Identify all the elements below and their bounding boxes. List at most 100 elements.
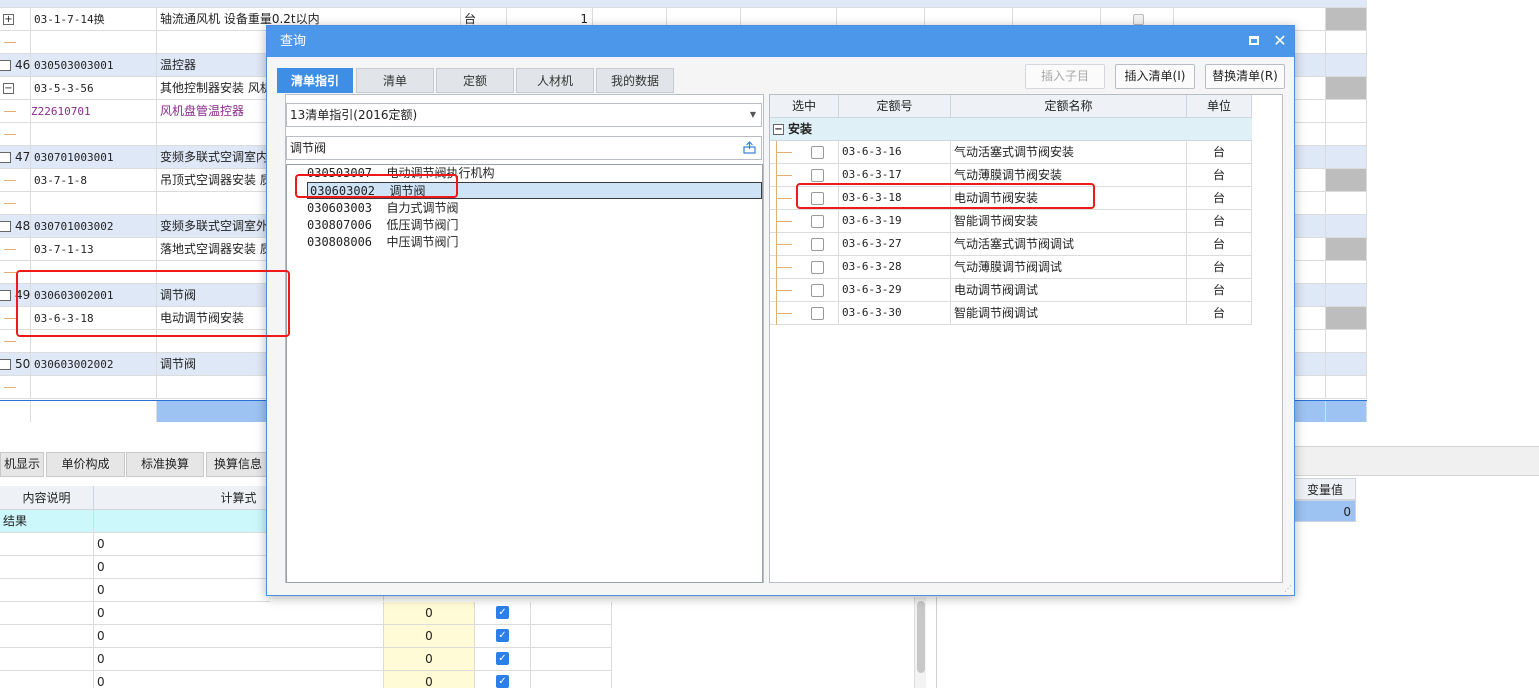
value-cell[interactable]: 0 [384, 648, 475, 670]
list-item-code: 030603003 [307, 201, 373, 215]
search-input-value: 调节阀 [290, 141, 327, 155]
tab-conversion-info[interactable]: 换算信息 [206, 452, 270, 477]
checkbox[interactable]: ✓ [496, 606, 509, 619]
replace-list-button[interactable]: 替换清单(R) [1205, 64, 1285, 89]
insert-child-button[interactable]: 插入子目 [1025, 64, 1105, 89]
tab-standard-conversion[interactable]: 标准换算 [126, 452, 204, 477]
tab-price-composition[interactable]: 单价构成 [46, 452, 125, 477]
select-checkbox[interactable] [811, 261, 824, 274]
quota-unit: 台 [1187, 302, 1252, 324]
formula-cell[interactable]: 0 [94, 602, 384, 624]
variable-toolbar [1294, 446, 1539, 476]
table-row[interactable]: 0 0 ✓ [0, 671, 612, 688]
value-cell[interactable]: 0 [384, 602, 475, 624]
lower-tab-bar: 机显示 单价构成 标准换算 换算信息 [0, 452, 270, 478]
checkbox[interactable] [1133, 14, 1144, 25]
table-row[interactable]: 03-6-3-28 气动薄膜调节阀调试台 [770, 256, 1252, 279]
select-checkbox[interactable] [811, 146, 824, 159]
maximize-icon[interactable] [1249, 36, 1259, 45]
quota-name: 电动调节阀调试 [951, 279, 1187, 301]
group-label: 安装 [788, 122, 813, 136]
quota-unit: 台 [1187, 187, 1252, 209]
quota-code: 03-6-3-27 [839, 233, 951, 255]
tab-list[interactable]: 清单 [356, 68, 434, 93]
group-row[interactable]: − 安装 [770, 118, 1252, 141]
select-checkbox[interactable] [811, 215, 824, 228]
table-row[interactable]: 03-6-3-30 智能调节阀调试台 [770, 302, 1252, 325]
header-description: 内容说明 [0, 486, 94, 510]
row-index: 46 [0, 54, 31, 76]
list-item[interactable]: 030603003 自力式调节阀 [307, 200, 459, 217]
annotation-box-result [295, 174, 458, 198]
insert-list-button[interactable]: 插入清单(I) [1115, 64, 1195, 89]
row-number: 46 [15, 58, 31, 72]
close-icon[interactable]: ✕ [1272, 30, 1288, 52]
list-item-name: 低压调节阀门 [386, 218, 459, 232]
search-input[interactable]: 调节阀 [286, 136, 762, 160]
query-dialog: 查询 ✕ 清单指引 清单 定额 人材机 我的数据 插入子目 插入清单(I) 替换… [266, 25, 1295, 596]
search-icon[interactable] [743, 141, 756, 154]
code-cell: 030503003001 [31, 54, 157, 76]
table-row[interactable]: 03-6-3-29 电动调节阀调试台 [770, 279, 1252, 302]
dialog-title-bar[interactable]: 查询 ✕ [267, 26, 1294, 57]
resize-grip-icon[interactable]: ⋰ [1284, 585, 1292, 593]
row-index [0, 100, 31, 122]
table-row[interactable]: 0 [0, 556, 384, 579]
lower-scrollbar[interactable] [914, 597, 926, 688]
checkbox[interactable]: ✓ [496, 629, 509, 642]
table-row[interactable]: 0 [0, 579, 384, 602]
quota-code: 03-6-3-30 [839, 302, 951, 324]
formula-cell[interactable]: 0 [94, 671, 384, 688]
tab-my-data[interactable]: 我的数据 [596, 68, 674, 93]
select-checkbox[interactable] [811, 307, 824, 320]
collapse-icon[interactable] [0, 60, 11, 71]
select-checkbox[interactable] [811, 238, 824, 251]
collapse-icon[interactable]: − [773, 124, 784, 135]
row-index: 48 [0, 215, 31, 237]
checkbox[interactable]: ✓ [496, 652, 509, 665]
row-number: 50 [15, 357, 31, 371]
result-list: 030503007 电动调节阀执行机构 030603002 调节阀 03060300… [286, 164, 763, 583]
code-cell: 030701003001 [31, 146, 157, 168]
table-row[interactable]: 0 0 ✓ [0, 625, 612, 648]
formula-cell[interactable]: 0 [94, 625, 384, 647]
library-select-value: 13清单指引(2016定额) [290, 108, 418, 122]
row-index: 50 [0, 353, 31, 375]
checkbox[interactable]: ✓ [496, 675, 509, 688]
formula-cell[interactable]: 0 [94, 648, 384, 670]
list-item[interactable]: 030807006 低压调节阀门 [307, 217, 459, 234]
table-row[interactable]: 03-6-3-19 智能调节阀安装台 [770, 210, 1252, 233]
select-checkbox[interactable] [811, 169, 824, 182]
code-cell: 03-5-3-56 [31, 77, 157, 99]
quota-unit: 台 [1187, 164, 1252, 186]
table-row[interactable]: 0 0 ✓ [0, 648, 612, 671]
table-row[interactable]: 0 0 ✓ [0, 602, 612, 625]
select-checkbox[interactable] [811, 284, 824, 297]
table-row[interactable]: 03-6-3-16 气动活塞式调节阀安装台 [770, 141, 1252, 164]
quota-name: 气动薄膜调节阀调试 [951, 256, 1187, 278]
quota-code: 03-6-3-16 [839, 141, 951, 163]
tab-list-guide[interactable]: 清单指引 [277, 68, 353, 93]
collapse-icon[interactable] [0, 152, 11, 163]
table-row[interactable]: 03-6-3-27 气动活塞式调节阀调试台 [770, 233, 1252, 256]
collapse-icon[interactable] [0, 359, 11, 370]
quota-code: 03-6-3-28 [839, 256, 951, 278]
value-cell[interactable]: 0 [384, 671, 475, 688]
chevron-down-icon[interactable]: ▼ [750, 104, 756, 126]
collapse-icon[interactable] [0, 221, 11, 232]
table-row[interactable]: 0 [0, 533, 384, 556]
collapse-icon[interactable]: − [3, 83, 14, 94]
row-number: 47 [15, 150, 31, 164]
list-item[interactable]: 030808006 中压调节阀门 [307, 234, 459, 251]
variable-header: 变量值 [1294, 478, 1356, 500]
tab-materials[interactable]: 人材机 [516, 68, 594, 93]
tab-display[interactable]: 机显示 [0, 452, 44, 477]
library-select[interactable]: 13清单指引(2016定额) ▼ [286, 103, 762, 127]
quota-name: 智能调节阀安装 [951, 210, 1187, 232]
expand-icon[interactable]: + [3, 14, 14, 25]
variable-value[interactable]: 0 [1294, 500, 1356, 522]
quota-unit: 台 [1187, 210, 1252, 232]
collapse-icon[interactable] [0, 290, 11, 301]
value-cell[interactable]: 0 [384, 625, 475, 647]
tab-quota[interactable]: 定额 [436, 68, 514, 93]
